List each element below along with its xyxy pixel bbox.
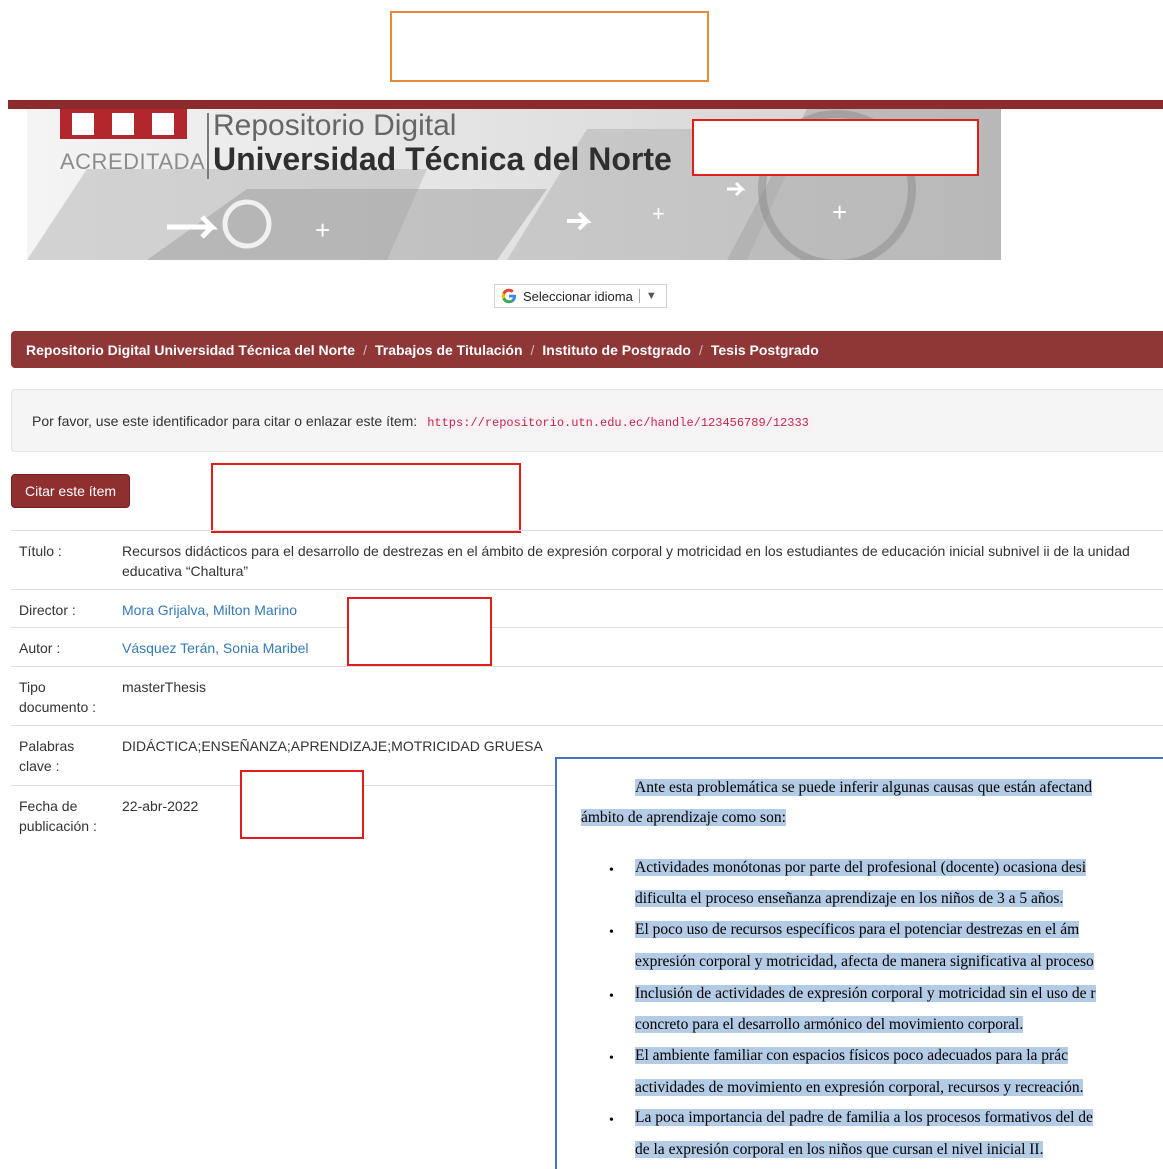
title-label: Título : (19, 543, 62, 559)
breadcrumb-item-instituto[interactable]: Instituto de Postgrado (542, 342, 691, 358)
date-label: Fecha de publicación : (19, 798, 97, 834)
director-label: Director : (19, 602, 76, 618)
excerpt-line: El ambiente familiar con espacios físico… (635, 1047, 1068, 1064)
university-title: Universidad Técnica del Norte (213, 141, 672, 177)
cite-item-button[interactable]: Citar este ítem (11, 474, 130, 508)
google-icon (499, 286, 519, 306)
header-rule (8, 100, 1163, 109)
excerpt-line: actividades de movimiento en expresión c… (635, 1079, 1084, 1096)
keywords-value: DIDÁCTICA;ENSEÑANZA;APRENDIZAJE;MOTRICID… (122, 738, 543, 754)
accreditation-label: ACREDITADA (60, 149, 206, 174)
author-link[interactable]: Vásquez Terán, Sonia Maribel (122, 638, 1157, 658)
metadata-row-director: Director : Mora Grijalva, Milton Marino (11, 589, 1163, 628)
selector-divider (638, 289, 640, 303)
svg-text:+: + (832, 197, 847, 227)
redaction-box (211, 463, 521, 533)
handle-url[interactable]: https://repositorio.utn.edu.ec/handle/12… (423, 414, 813, 432)
author-label: Autor : (19, 640, 61, 656)
bullet-icon: • (609, 989, 614, 1004)
excerpt-line: ámbito de aprendizaje como son: (581, 809, 786, 826)
excerpt-line: La poca importancia del padre de familia… (635, 1109, 1093, 1126)
excerpt-line: Actividades monótonas por parte del prof… (635, 859, 1087, 876)
svg-text:+: + (315, 215, 330, 245)
breadcrumb-separator: / (530, 341, 535, 358)
type-label: Tipo documento : (19, 679, 97, 715)
excerpt-line: dificulta el proceso enseñanza aprendiza… (635, 890, 1064, 907)
utn-logo (60, 109, 187, 139)
breadcrumb-item-tesis[interactable]: Tesis Postgrado (711, 342, 819, 358)
repository-subtitle: Repositorio Digital (213, 109, 457, 142)
redaction-box (692, 119, 979, 176)
language-selector[interactable]: Seleccionar idioma ▼ (494, 284, 667, 308)
dropdown-arrow-icon: ▼ (645, 290, 657, 302)
breadcrumb: Repositorio Digital Universidad Técnica … (11, 331, 1163, 368)
bullet-icon: • (609, 925, 614, 940)
breadcrumb-separator: / (698, 341, 703, 358)
breadcrumb-item-trabajos[interactable]: Trabajos de Titulación (375, 342, 523, 358)
citation-text: Por favor, use este identificador para c… (32, 413, 418, 429)
excerpt-line: concreto para el desarrollo armónico del… (635, 1016, 1024, 1033)
type-value: masterThesis (122, 679, 207, 695)
citation-panel: Por favor, use este identificador para c… (11, 389, 1163, 452)
breadcrumb-separator: / (363, 341, 367, 358)
excerpt-line: El poco uso de recursos específicos para… (635, 921, 1080, 938)
bullet-icon: • (609, 863, 614, 878)
excerpt-line: expresión corporal y motricidad, afecta … (635, 953, 1094, 970)
keywords-label: Palabras clave : (19, 738, 75, 774)
language-selector-label: Seleccionar idioma (523, 288, 633, 304)
bullet-icon: • (609, 1051, 614, 1066)
bullet-icon: • (609, 1113, 614, 1128)
breadcrumb-item-repository[interactable]: Repositorio Digital Universidad Técnica … (26, 342, 355, 358)
title-value: Recursos didácticos para el desarrollo d… (122, 543, 1130, 579)
logo-divider (207, 113, 209, 179)
excerpt-line: Inclusión de actividades de expresión co… (635, 985, 1096, 1002)
svg-text:+: + (652, 201, 665, 226)
metadata-row-title: Título : Recursos didácticos para el des… (11, 530, 1163, 590)
metadata-row-author: Autor : Vásquez Terán, Sonia Maribel (11, 627, 1163, 667)
excerpt-line: de la expresión corporal en los niños qu… (635, 1141, 1044, 1158)
director-link[interactable]: Mora Grijalva, Milton Marino (122, 600, 1157, 620)
document-excerpt: Ante esta problemática se puede inferir … (555, 757, 1163, 1169)
redaction-box (347, 597, 492, 666)
excerpt-line: Ante esta problemática se puede inferir … (635, 779, 1093, 796)
redaction-box (240, 770, 364, 839)
metadata-row-type: Tipo documento : masterThesis (11, 666, 1163, 726)
redaction-box (390, 11, 709, 82)
